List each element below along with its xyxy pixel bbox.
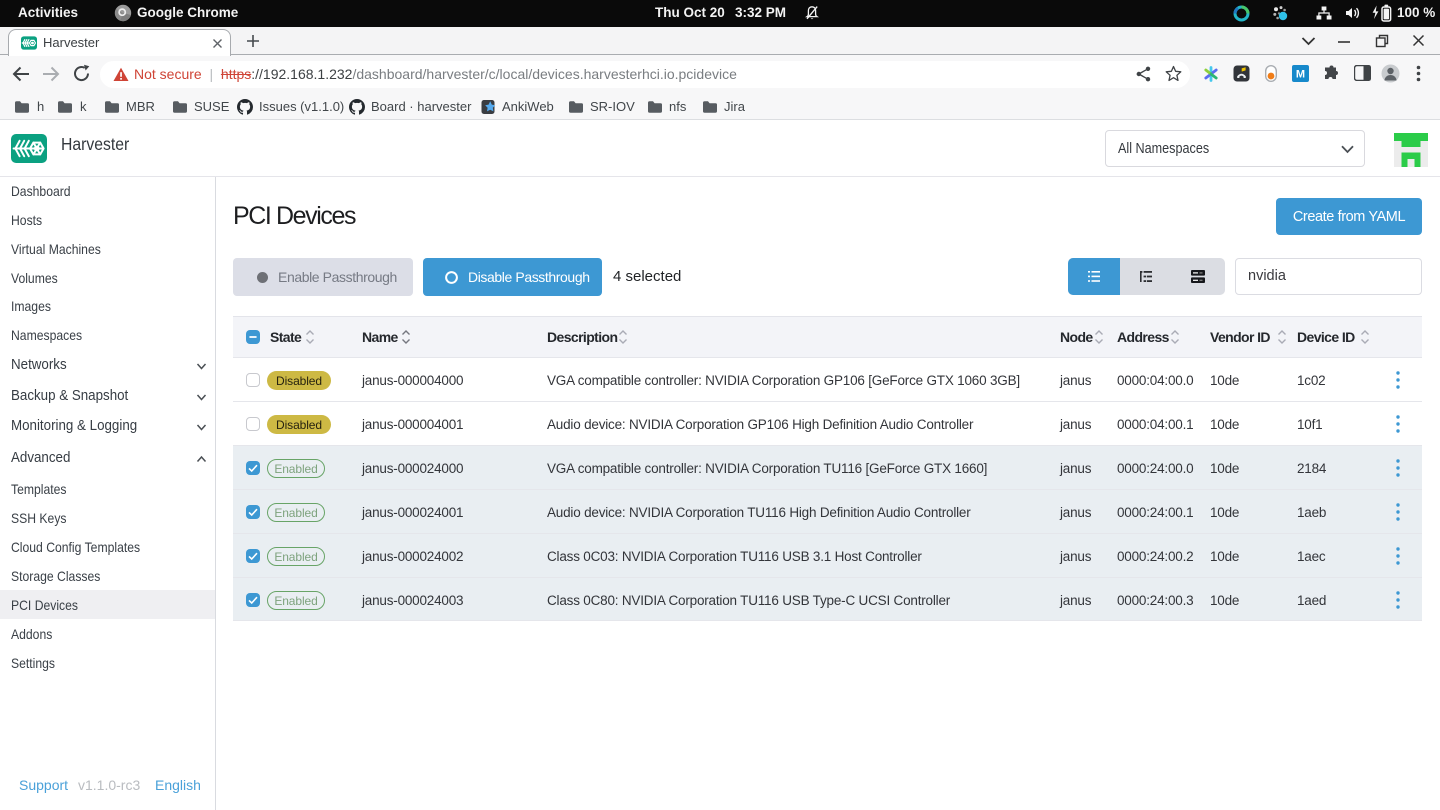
svg-text:M: M	[1296, 69, 1305, 81]
